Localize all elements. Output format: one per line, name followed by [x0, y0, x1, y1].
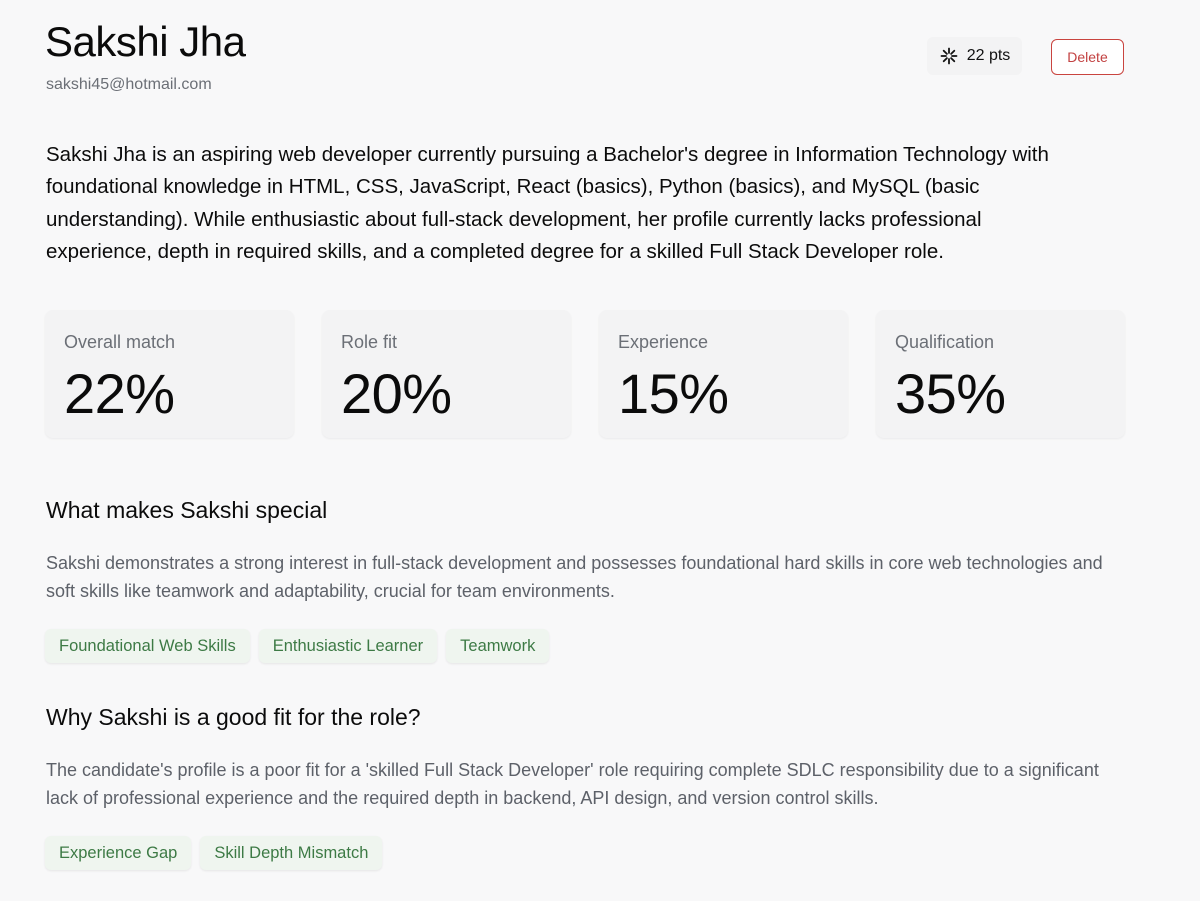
tag: Teamwork — [446, 629, 550, 663]
metric-label: Role fit — [341, 332, 398, 352]
metric-card-overall-match: Overall match 22% — [45, 310, 294, 438]
fit-section-title: Why Sakshi is a good fit for the role? — [46, 704, 421, 730]
metric-label: Qualification — [895, 332, 995, 352]
metric-value: 15% — [618, 362, 729, 425]
candidate-name: Sakshi Jha — [45, 18, 246, 65]
fit-section-text: The candidate's profile is a poor fit fo… — [46, 760, 1099, 808]
metric-value: 22% — [64, 362, 175, 425]
points-label: 22 pts — [966, 47, 1011, 64]
tag: Experience Gap — [45, 836, 192, 870]
candidate-summary: Sakshi Jha is an aspiring web developer … — [46, 143, 1049, 263]
metric-card-experience: Experience 15% — [599, 310, 848, 438]
delete-button[interactable]: Delete — [1051, 39, 1124, 75]
fit-tags: Experience Gap Skill Depth Mismatch — [45, 836, 383, 870]
tag: Skill Depth Mismatch — [200, 836, 383, 870]
metric-card-role-fit: Role fit 20% — [322, 310, 571, 438]
special-section-text: Sakshi demonstrates a strong interest in… — [46, 553, 1103, 601]
metric-label: Experience — [618, 332, 709, 352]
special-tags: Foundational Web Skills Enthusiastic Lea… — [45, 629, 550, 663]
tag: Foundational Web Skills — [45, 629, 250, 663]
points-badge: 22 pts — [927, 37, 1022, 75]
candidate-email: sakshi45@hotmail.com — [46, 76, 212, 93]
tag: Enthusiastic Learner — [258, 629, 438, 663]
metric-value: 35% — [895, 362, 1006, 425]
asterisk-sparkle-icon — [939, 46, 959, 66]
metric-value: 20% — [341, 362, 452, 425]
metric-card-qualification: Qualification 35% — [876, 310, 1125, 438]
metric-label: Overall match — [64, 332, 176, 352]
special-section-title: What makes Sakshi special — [46, 497, 328, 523]
